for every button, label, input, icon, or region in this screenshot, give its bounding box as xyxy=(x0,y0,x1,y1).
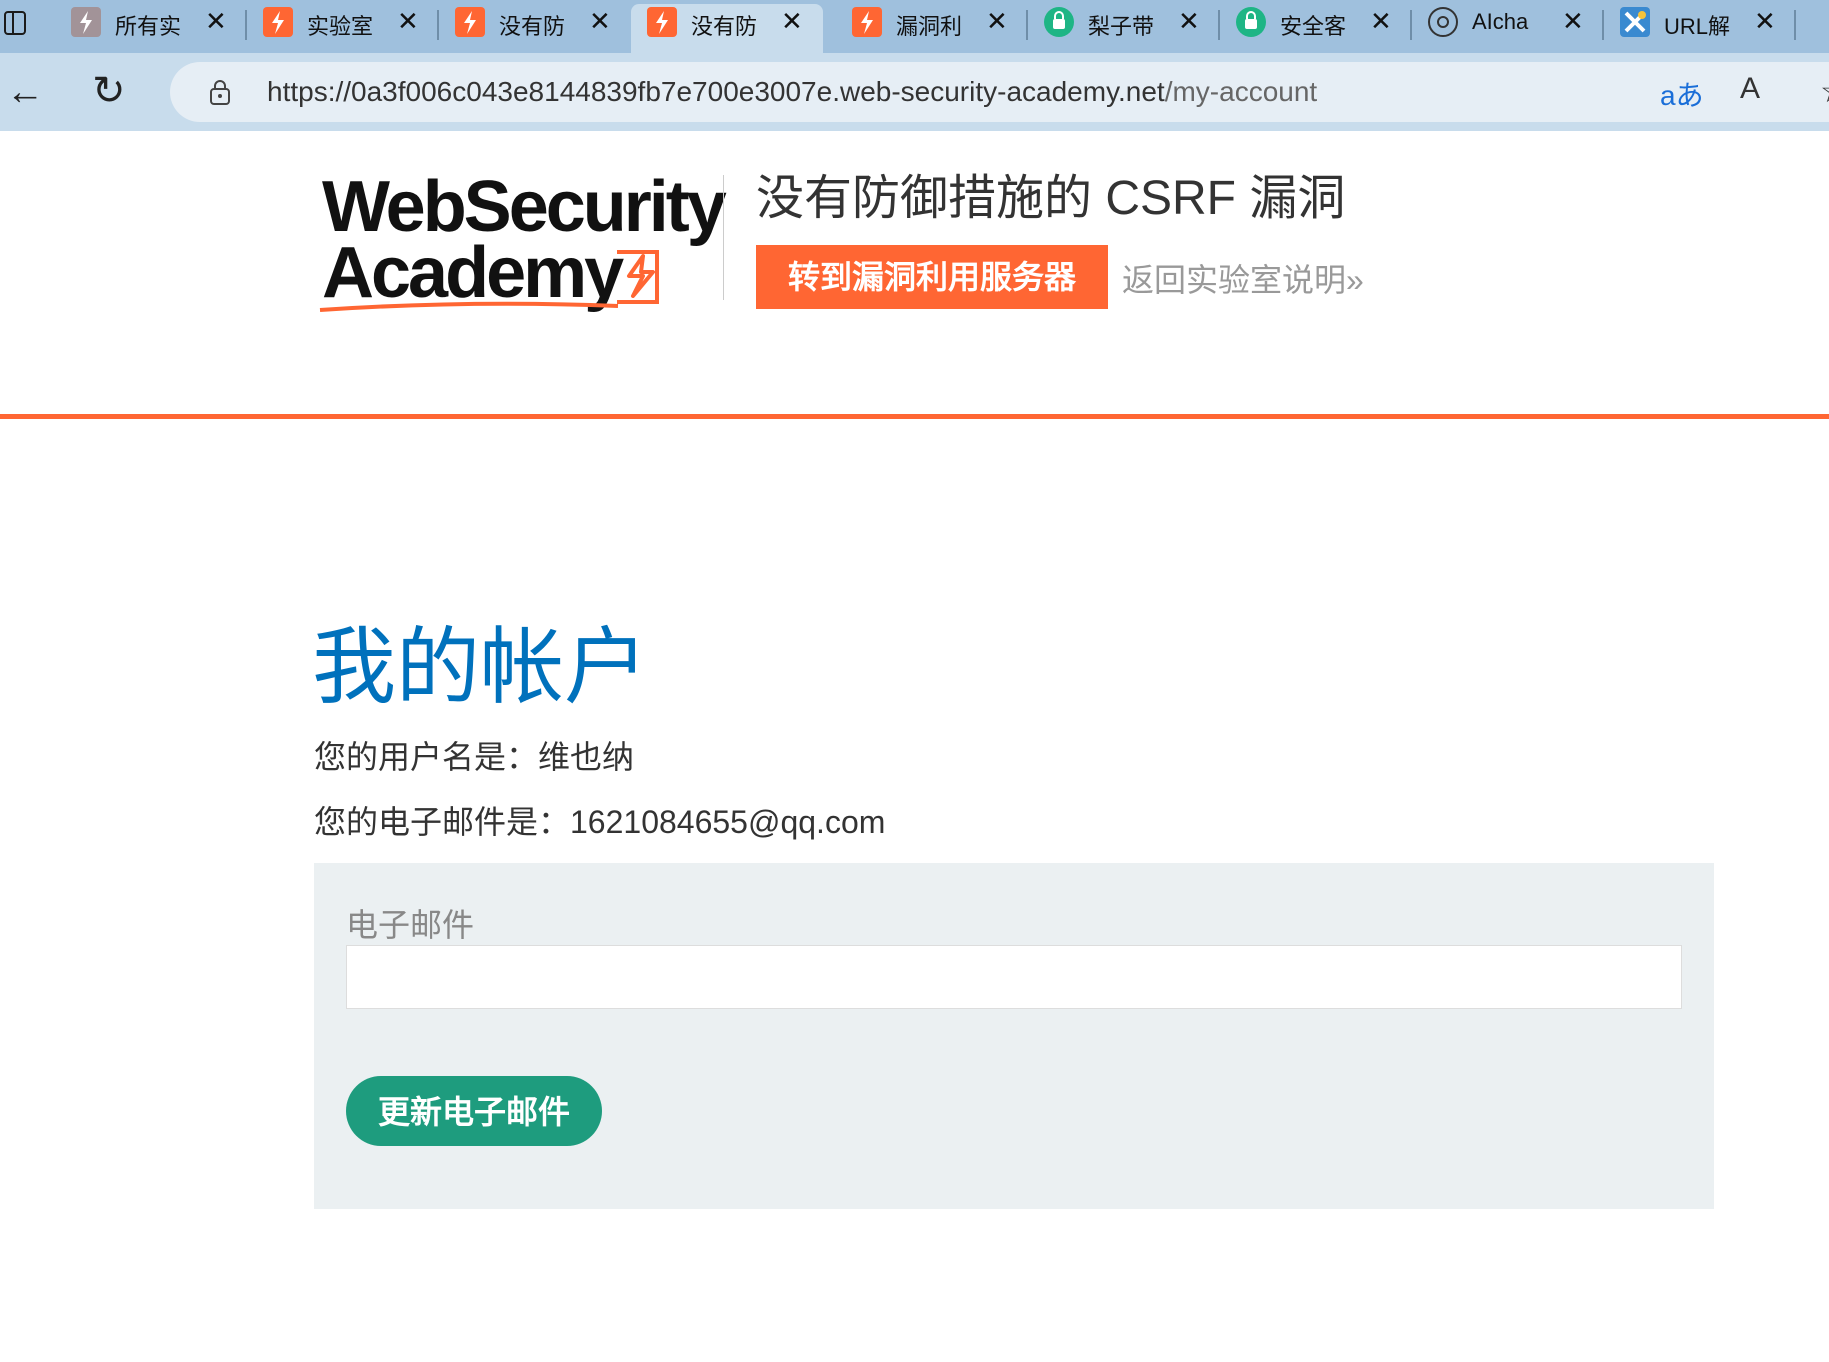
tab-2[interactable]: 实验室 ✕ xyxy=(247,0,439,46)
close-tab-icon[interactable]: ✕ xyxy=(1178,8,1200,34)
openai-icon xyxy=(1428,7,1458,37)
update-email-button[interactable]: 更新电子邮件 xyxy=(346,1076,602,1146)
translate-icon[interactable]: aあ xyxy=(1660,74,1704,114)
url-path: /my-account xyxy=(1164,76,1318,107)
url-text[interactable]: https://0a3f006c043e8144839fb7e700e3007e… xyxy=(267,76,1317,108)
back-arrow-icon[interactable]: ← xyxy=(6,73,44,111)
bolt-icon xyxy=(263,7,293,37)
header-divider xyxy=(723,175,724,300)
username-text: 您的用户名是：维也纳 xyxy=(314,739,635,775)
tab-7[interactable]: 安全客 ✕ xyxy=(1220,0,1412,46)
close-tab-icon[interactable]: ✕ xyxy=(781,8,803,34)
tab-strip: 所有实 ✕ 实验室 ✕ 没有防 ✕ 没有防 ✕ 漏洞利 ✕ 梨子带 ✕ 安全客 … xyxy=(0,0,1829,53)
header-rule xyxy=(0,414,1829,419)
reload-icon[interactable]: ↻ xyxy=(92,71,126,111)
close-tab-icon[interactable]: ✕ xyxy=(1562,8,1584,34)
change-email-form: 电子邮件 更新电子邮件 xyxy=(314,863,1714,1209)
tab-4-active[interactable]: 没有防 ✕ xyxy=(631,4,823,53)
tab-title: URL解 xyxy=(1664,14,1731,39)
email-input[interactable] xyxy=(346,945,1682,1009)
close-tab-icon[interactable]: ✕ xyxy=(397,8,419,34)
logo-underline-swoosh xyxy=(319,301,619,312)
tab-title: 所有实 xyxy=(115,14,182,39)
close-tab-icon[interactable]: ✕ xyxy=(986,8,1008,34)
tab-9[interactable]: URL解 ✕ xyxy=(1604,0,1796,46)
url-host: https://0a3f006c043e8144839fb7e700e3007e… xyxy=(267,76,1165,107)
close-tab-icon[interactable]: ✕ xyxy=(205,8,227,34)
address-bar[interactable]: https://0a3f006c043e8144839fb7e700e3007e… xyxy=(170,62,1829,122)
close-tab-icon[interactable]: ✕ xyxy=(1754,8,1776,34)
tab-3[interactable]: 没有防 ✕ xyxy=(439,0,631,46)
bolt-icon xyxy=(71,7,101,37)
news-icon xyxy=(1044,7,1074,37)
tab-title: 没有防 xyxy=(499,14,566,39)
bolt-icon xyxy=(647,7,677,37)
bolt-icon xyxy=(852,7,882,37)
tab-5[interactable]: 漏洞利 ✕ xyxy=(836,0,1028,46)
web-security-academy-logo[interactable]: WebSecurity Academy xyxy=(318,166,727,326)
tool-icon xyxy=(1620,7,1650,37)
favorite-star-icon[interactable]: ☆ xyxy=(1820,72,1829,110)
back-to-lab-link[interactable]: 返回实验室说明» xyxy=(1122,255,1364,301)
close-tab-icon[interactable]: ✕ xyxy=(1370,8,1392,34)
tab-title: 梨子带 xyxy=(1088,14,1155,39)
tab-1[interactable]: 所有实 ✕ xyxy=(55,0,247,46)
tab-8[interactable]: AIcha ✕ xyxy=(1412,0,1604,46)
close-tab-icon[interactable]: ✕ xyxy=(589,8,611,34)
tab-6[interactable]: 梨子带 ✕ xyxy=(1028,0,1220,46)
tab-actions-icon[interactable] xyxy=(4,11,26,35)
email-label: 电子邮件 xyxy=(346,907,475,943)
bolt-icon xyxy=(455,7,485,37)
read-aloud-icon[interactable]: A xyxy=(1740,72,1760,106)
lock-icon[interactable] xyxy=(210,79,230,105)
exploit-server-button[interactable]: 转到漏洞利用服务器 xyxy=(756,245,1108,309)
browser-toolbar: ← ↻ https://0a3f006c043e8144839fb7e700e3… xyxy=(0,53,1829,131)
page-title: 我的帐户 xyxy=(312,620,649,714)
tab-title: AIcha xyxy=(1472,9,1529,34)
email-text: 您的电子邮件是：1621084655@qq.com xyxy=(314,804,886,840)
tab-separator xyxy=(1794,10,1796,40)
tab-title: 安全客 xyxy=(1280,14,1347,39)
news-icon xyxy=(1236,7,1266,37)
tab-title: 漏洞利 xyxy=(896,14,963,39)
tab-title: 没有防 xyxy=(691,14,758,39)
tab-title: 实验室 xyxy=(307,14,374,39)
lab-title: 没有防御措施的 CSRF 漏洞 xyxy=(756,172,1346,225)
